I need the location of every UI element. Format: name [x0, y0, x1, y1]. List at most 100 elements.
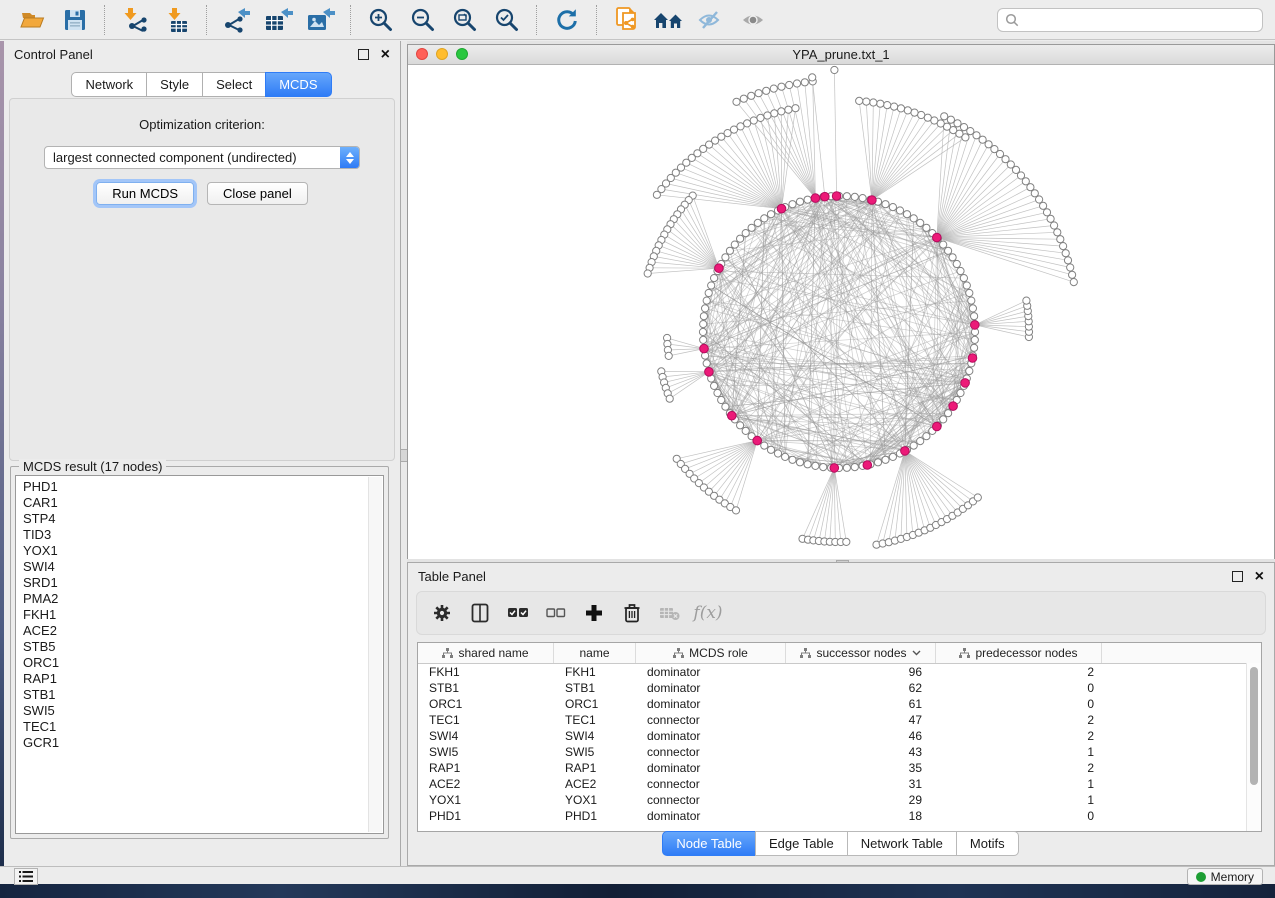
table-cell[interactable]: ORC1 [554, 697, 636, 711]
graph-node[interactable] [761, 215, 768, 222]
graph-leaf-node[interactable] [863, 98, 870, 105]
graph-leaf-node[interactable] [733, 98, 740, 105]
table-row[interactable]: STB1STB1dominator620 [418, 680, 1261, 696]
graph-node[interactable] [949, 254, 956, 261]
tab-node-table[interactable]: Node Table [662, 831, 756, 856]
table-cell[interactable]: 46 [786, 729, 936, 743]
graph-leaf-node[interactable] [1023, 297, 1030, 304]
mcds-result-item[interactable]: PMA2 [23, 591, 383, 607]
graph-node[interactable] [742, 230, 749, 237]
mcds-result-item[interactable]: SWI4 [23, 559, 383, 575]
table-cell[interactable]: 2 [936, 761, 1102, 775]
graph-node[interactable] [882, 456, 889, 463]
graph-leaf-node[interactable] [897, 105, 904, 112]
graph-dominator-node[interactable] [901, 447, 910, 456]
table-cell[interactable]: 35 [786, 761, 936, 775]
graph-leaf-node[interactable] [801, 79, 808, 86]
graph-leaf-node[interactable] [755, 90, 762, 97]
table-cell[interactable]: ACE2 [554, 777, 636, 791]
graph-dominator-node[interactable] [777, 204, 786, 213]
graph-node[interactable] [923, 224, 930, 231]
graph-leaf-node[interactable] [665, 352, 672, 359]
tab-network[interactable]: Network [71, 72, 147, 97]
network-graph[interactable] [408, 65, 1274, 559]
graph-leaf-node[interactable] [785, 106, 792, 113]
graph-node[interactable] [796, 459, 803, 466]
graph-leaf-node[interactable] [831, 66, 838, 73]
graph-node[interactable] [702, 305, 709, 312]
graph-node[interactable] [761, 442, 768, 449]
graph-node[interactable] [968, 297, 975, 304]
mcds-result-item[interactable]: CAR1 [23, 495, 383, 511]
mcds-result-item[interactable]: GCR1 [23, 735, 383, 751]
apply-layout-button[interactable] [550, 4, 584, 36]
graph-node[interactable] [843, 193, 850, 200]
save-session-button[interactable] [58, 4, 92, 36]
graph-leaf-node[interactable] [666, 395, 673, 402]
graph-leaf-node[interactable] [884, 102, 891, 109]
graph-node[interactable] [718, 396, 725, 403]
graph-leaf-node[interactable] [792, 105, 799, 112]
import-table-button[interactable] [160, 4, 194, 36]
graph-node[interactable] [917, 438, 924, 445]
graph-node[interactable] [889, 204, 896, 211]
graph-leaf-node[interactable] [644, 270, 651, 277]
table-cell[interactable]: connector [636, 713, 786, 727]
graph-node[interactable] [742, 427, 749, 434]
table-cell[interactable]: RAP1 [418, 761, 554, 775]
table-cell[interactable]: dominator [636, 681, 786, 695]
graph-node[interactable] [754, 219, 761, 226]
graph-leaf-node[interactable] [1047, 215, 1054, 222]
graph-leaf-node[interactable] [740, 95, 747, 102]
table-cell[interactable]: PHD1 [418, 809, 554, 823]
graph-node[interactable] [874, 459, 881, 466]
mcds-result-item[interactable]: SWI5 [23, 703, 383, 719]
add-column-button[interactable] [575, 597, 613, 629]
graph-leaf-node[interactable] [960, 124, 967, 131]
graph-node[interactable] [910, 215, 917, 222]
optimization-criterion-dropdown[interactable]: largest connected component (undirected) [44, 146, 360, 169]
graph-dominator-node[interactable] [700, 344, 709, 353]
graph-node[interactable] [969, 305, 976, 312]
column-header-successor-nodes[interactable]: successor nodes [786, 643, 936, 663]
graph-node[interactable] [889, 453, 896, 460]
graph-node[interactable] [851, 464, 858, 471]
graph-node[interactable] [699, 328, 706, 335]
deselect-all-button[interactable] [537, 597, 575, 629]
graph-dominator-node[interactable] [753, 436, 762, 445]
zoom-out-button[interactable] [406, 4, 440, 36]
graph-dominator-node[interactable] [949, 402, 958, 411]
table-cell[interactable]: 0 [936, 809, 1102, 823]
graph-node[interactable] [971, 336, 978, 343]
graph-node[interactable] [703, 297, 710, 304]
graph-node[interactable] [774, 450, 781, 457]
graph-leaf-node[interactable] [1067, 264, 1074, 271]
graph-node[interactable] [804, 461, 811, 468]
table-cell[interactable]: 0 [936, 697, 1102, 711]
graph-leaf-node[interactable] [786, 81, 793, 88]
network-window-titlebar[interactable]: YPA_prune.txt_1 [408, 45, 1274, 65]
graph-node[interactable] [820, 464, 827, 471]
table-cell[interactable]: STB1 [418, 681, 554, 695]
table-cell[interactable]: 2 [936, 713, 1102, 727]
column-header-name[interactable]: name [554, 643, 636, 663]
table-cell[interactable]: RAP1 [554, 761, 636, 775]
mcds-result-item[interactable]: STB1 [23, 687, 383, 703]
table-cell[interactable]: 61 [786, 697, 936, 711]
table-cell[interactable]: SWI5 [418, 745, 554, 759]
run-mcds-button[interactable]: Run MCDS [96, 182, 194, 205]
float-table-panel-icon[interactable] [1232, 571, 1243, 582]
table-cell[interactable]: ORC1 [418, 697, 554, 711]
mcds-result-list[interactable]: PHD1CAR1STP4TID3YOX1SWI4SRD1PMA2FKH1ACE2… [15, 475, 384, 834]
table-cell[interactable]: 1 [936, 793, 1102, 807]
table-cell[interactable]: dominator [636, 665, 786, 679]
table-row[interactable]: SWI5SWI5connector431 [418, 744, 1261, 760]
graph-node[interactable] [731, 241, 738, 248]
graph-node[interactable] [708, 282, 715, 289]
minimize-window-icon[interactable] [436, 48, 448, 60]
network-canvas[interactable] [408, 65, 1274, 559]
graph-node[interactable] [963, 282, 970, 289]
graph-node[interactable] [726, 247, 733, 254]
column-header-shared-name[interactable]: shared name [418, 643, 554, 663]
graph-leaf-node[interactable] [1070, 279, 1077, 286]
